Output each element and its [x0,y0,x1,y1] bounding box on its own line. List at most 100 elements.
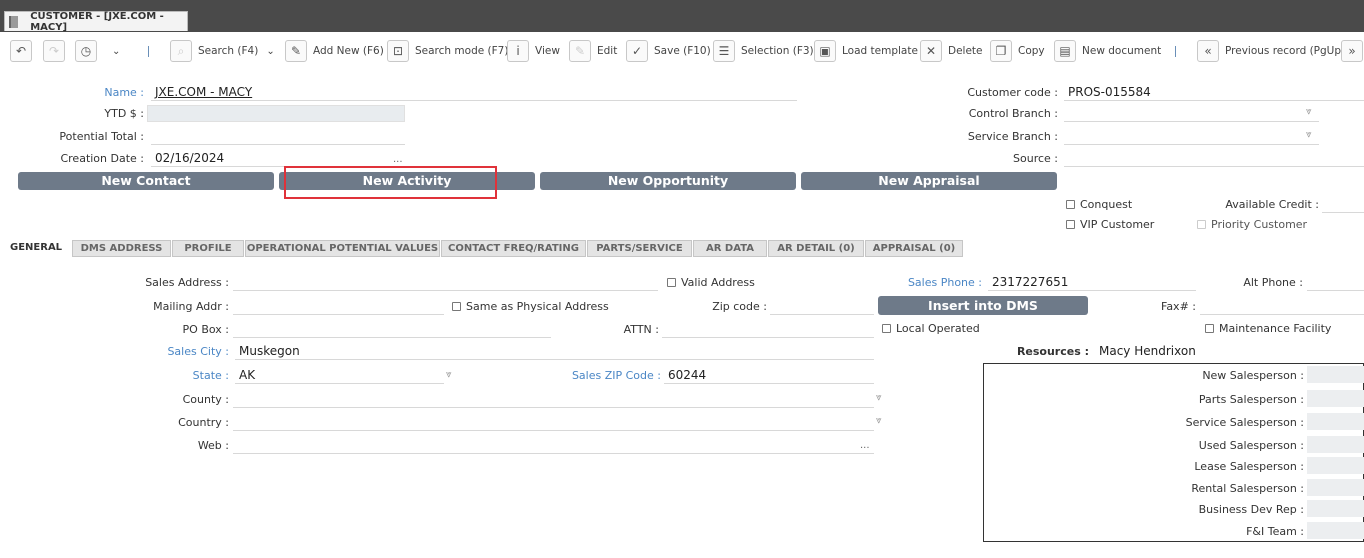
sales-phone-field[interactable]: 2317227651 [988,274,1196,291]
name-field[interactable]: JXE.COM - MACY [151,84,797,101]
potential-total-field[interactable] [151,128,405,145]
selection-button[interactable]: ☰ Selection (F3) [713,39,814,63]
history-button[interactable]: ◷ [75,39,103,63]
chevron-down-icon[interactable]: ⩔ [446,369,452,380]
tab-profile[interactable]: PROFILE [172,240,244,257]
web-link-icon[interactable]: ... [860,440,870,451]
tab-general[interactable]: GENERAL [10,240,70,257]
tab-parts-service[interactable]: PARTS/SERVICE [587,240,692,257]
search-button[interactable]: ⌕ Search (F4) ⌄ [170,39,275,63]
delete-button[interactable]: ✕ Delete [920,39,983,63]
tab-appraisal[interactable]: APPRAISAL (0) [865,240,963,257]
chevron-down-icon[interactable]: ⩔ [1306,106,1312,117]
edit-button[interactable]: ✎ Edit [569,39,617,63]
new-opportunity-button[interactable]: New Opportunity [540,172,796,190]
lease-salesperson-field[interactable] [1307,457,1364,474]
new-document-button[interactable]: ▤ New document [1054,39,1161,63]
zip-code-field[interactable] [770,298,874,315]
country-select[interactable] [233,414,874,431]
toolbar-separator [1175,46,1176,57]
tab-operational-potential-values[interactable]: OPERATIONAL POTENTIAL VALUES [245,240,440,257]
view-button[interactable]: i View [507,39,560,63]
copy-icon: ❐ [990,40,1012,62]
source-label: Source : [1013,152,1058,165]
new-salesperson-field[interactable] [1307,366,1364,383]
used-salesperson-field[interactable] [1307,436,1364,453]
available-credit-field[interactable] [1322,196,1364,213]
tab-dms-address[interactable]: DMS ADDRESS [72,240,171,257]
tab-ar-data[interactable]: AR DATA [693,240,767,257]
new-document-label: New document [1082,45,1162,57]
parts-salesperson-field[interactable] [1307,390,1364,407]
new-appraisal-button[interactable]: New Appraisal [801,172,1057,190]
zip-code-label: Zip code : [712,300,767,313]
fi-team-label: F&I Team : [1246,525,1304,538]
chevron-down-icon[interactable]: ⩔ [1306,129,1312,140]
save-button[interactable]: ✓ Save (F10) [626,39,711,63]
state-label: State : [192,369,229,382]
document-icon [9,15,19,28]
chevron-down-icon: ⌄ [112,45,121,57]
close-icon: ✕ [920,40,942,62]
add-new-button[interactable]: ✎ Add New (F6) [285,39,384,63]
alt-phone-field[interactable] [1307,274,1364,291]
search-mode-button[interactable]: ⊡ Search mode (F7) [387,39,508,63]
rental-salesperson-field[interactable] [1307,479,1364,496]
priority-customer-checkbox[interactable]: Priority Customer [1197,218,1307,231]
service-branch-label: Service Branch : [967,130,1058,143]
next-record-button[interactable]: » [1341,39,1364,63]
creation-date-field[interactable]: 02/16/2024 [151,150,405,167]
load-template-button[interactable]: ▣ Load template [814,39,918,63]
state-select[interactable]: AK [235,367,444,384]
customer-code-field[interactable]: PROS-015584 [1064,84,1364,101]
document-tab[interactable]: CUSTOMER - [JXE.COM - MACY] [4,11,188,33]
search-mode-icon: ⊡ [387,40,409,62]
checkbox-icon [882,324,891,333]
maintenance-facility-checkbox[interactable]: Maintenance Facility [1205,322,1331,335]
copy-label: Copy [1018,45,1045,57]
customer-code-label: Customer code : [967,86,1058,99]
po-box-label: PO Box : [182,323,229,336]
sales-address-field[interactable] [233,274,658,291]
web-field[interactable] [233,437,874,454]
redo-button[interactable]: ↷ [43,39,71,63]
parts-salesperson-label: Parts Salesperson : [1198,393,1304,406]
conquest-checkbox[interactable]: Conquest [1066,198,1132,211]
source-field[interactable] [1064,150,1364,167]
valid-address-checkbox[interactable]: Valid Address [667,276,755,289]
sales-city-field[interactable]: Muskegon [235,343,874,360]
copy-button[interactable]: ❐ Copy [990,39,1045,63]
new-salesperson-label: New Salesperson : [1202,369,1304,382]
control-branch-select[interactable] [1064,105,1319,122]
more-dropdown-button[interactable]: ⌄ [112,39,120,63]
insert-into-dms-button[interactable]: Insert into DMS [878,296,1088,315]
undo-button[interactable]: ↶ [10,39,38,63]
delete-label: Delete [948,45,983,57]
chevron-down-icon[interactable]: ⩔ [876,392,882,403]
service-branch-select[interactable] [1064,128,1319,145]
redo-icon: ↷ [43,40,65,62]
fax-field[interactable] [1200,298,1364,315]
attn-field[interactable] [662,321,874,338]
date-picker-icon[interactable]: ... [393,154,403,165]
view-label: View [535,45,560,57]
vip-customer-checkbox[interactable]: VIP Customer [1066,218,1154,231]
new-contact-button[interactable]: New Contact [18,172,274,190]
po-box-field[interactable] [233,321,551,338]
business-dev-rep-field[interactable] [1307,500,1364,517]
used-salesperson-label: Used Salesperson : [1198,439,1304,452]
previous-record-label: Previous record (PgUp) [1225,45,1346,57]
same-as-physical-checkbox[interactable]: Same as Physical Address [452,300,609,313]
tab-contact-freq-rating[interactable]: CONTACT FREQ/RATING [441,240,586,257]
fi-team-field[interactable] [1307,522,1364,539]
new-document-icon: ▤ [1054,40,1076,62]
county-select[interactable] [233,391,874,408]
tab-ar-detail[interactable]: AR DETAIL (0) [768,240,864,257]
service-salesperson-field[interactable] [1307,413,1364,430]
chevron-down-icon[interactable]: ⩔ [876,415,882,426]
mailing-address-field[interactable] [233,298,444,315]
title-bar: CUSTOMER - [JXE.COM - MACY] [0,0,1364,33]
local-operated-checkbox[interactable]: Local Operated [882,322,980,335]
previous-record-button[interactable]: « Previous record (PgUp) [1197,39,1345,63]
sales-zip-field[interactable]: 60244 [664,367,874,384]
